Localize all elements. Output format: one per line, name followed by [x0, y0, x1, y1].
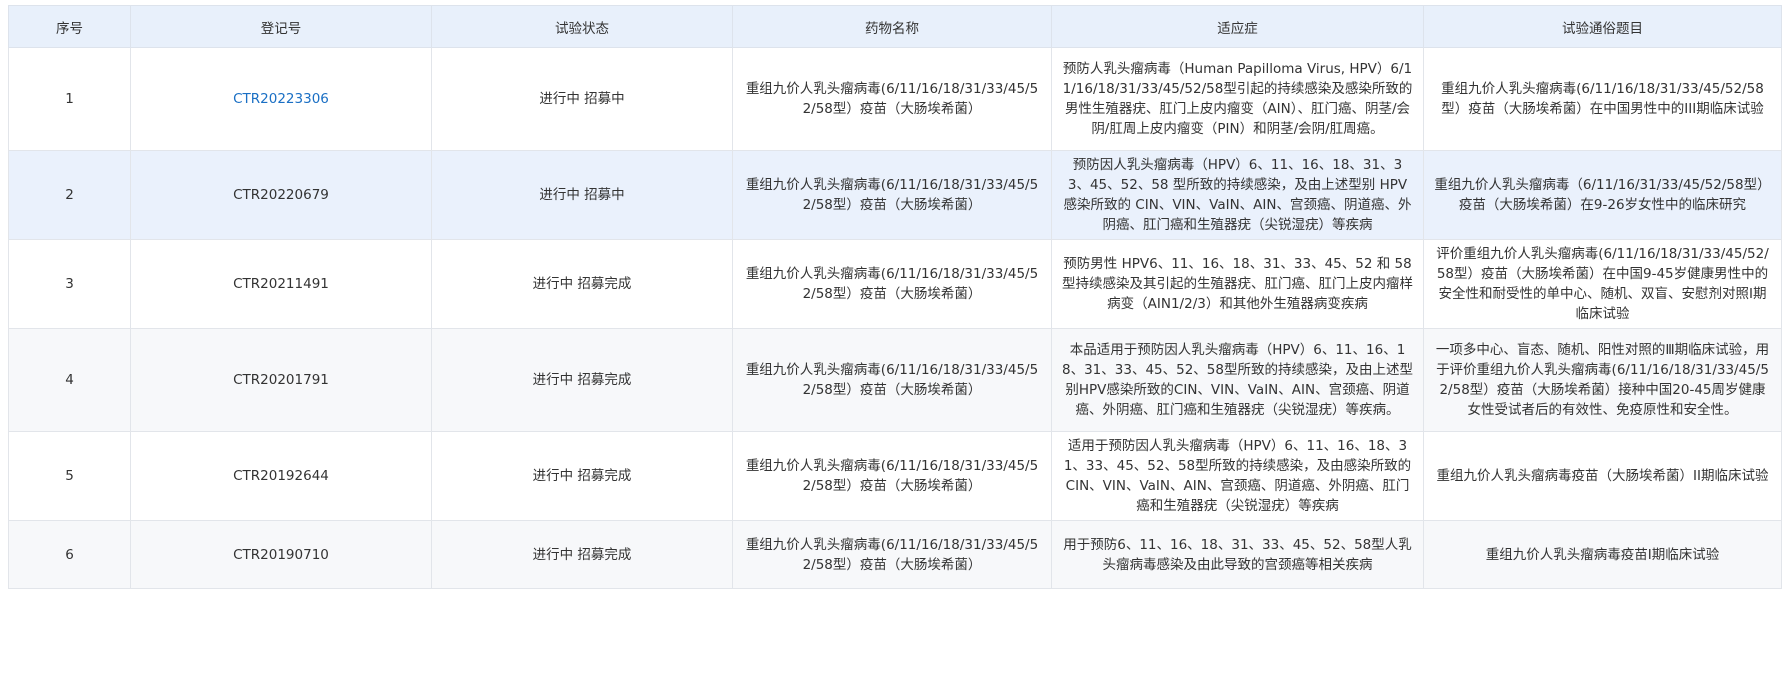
table-row: 5 CTR20192644 进行中 招募完成 重组九价人乳头瘤病毒(6/11/1… — [8, 431, 1782, 521]
header-title: 试验通俗题目 — [1423, 5, 1782, 48]
cell-title: 评价重组九价人乳头瘤病毒(6/11/16/18/31/33/45/52/58型）… — [1423, 239, 1782, 329]
trial-table: 序号 登记号 试验状态 药物名称 适应症 试验通俗题目 1 CTR2022330… — [8, 5, 1782, 589]
cell-title: 重组九价人乳头瘤病毒疫苗I期临床试验 — [1423, 520, 1782, 589]
cell-drug: 重组九价人乳头瘤病毒(6/11/16/18/31/33/45/52/58型）疫苗… — [732, 520, 1052, 589]
cell-reg-no[interactable]: CTR20223306 — [130, 47, 432, 151]
cell-reg-no: CTR20211491 — [130, 239, 432, 329]
cell-reg-no: CTR20220679 — [130, 150, 432, 240]
cell-indication: 预防人乳头瘤病毒（Human Papilloma Virus, HPV）6/11… — [1051, 47, 1424, 151]
header-status: 试验状态 — [431, 5, 733, 48]
table-header: 序号 登记号 试验状态 药物名称 适应症 试验通俗题目 — [8, 5, 1782, 48]
table-row: 3 CTR20211491 进行中 招募完成 重组九价人乳头瘤病毒(6/11/1… — [8, 239, 1782, 329]
cell-status: 进行中 招募完成 — [431, 520, 733, 589]
trial-table-container: 序号 登记号 试验状态 药物名称 适应症 试验通俗题目 1 CTR2022330… — [8, 5, 1782, 589]
cell-status: 进行中 招募完成 — [431, 431, 733, 521]
table-body: 1 CTR20223306 进行中 招募中 重组九价人乳头瘤病毒(6/11/16… — [8, 47, 1782, 589]
cell-reg-no: CTR20192644 — [130, 431, 432, 521]
cell-drug: 重组九价人乳头瘤病毒(6/11/16/18/31/33/45/52/58型）疫苗… — [732, 47, 1052, 151]
table-row: 6 CTR20190710 进行中 招募完成 重组九价人乳头瘤病毒(6/11/1… — [8, 520, 1782, 589]
cell-index: 6 — [8, 520, 131, 589]
header-index: 序号 — [8, 5, 131, 48]
table-row[interactable]: 2 CTR20220679 进行中 招募中 重组九价人乳头瘤病毒(6/11/16… — [8, 150, 1782, 240]
cell-status: 进行中 招募中 — [431, 47, 733, 151]
header-indication: 适应症 — [1051, 5, 1424, 48]
cell-title: 重组九价人乳头瘤病毒疫苗（大肠埃希菌）II期临床试验 — [1423, 431, 1782, 521]
cell-indication: 预防男性 HPV6、11、16、18、31、33、45、52 和 58 型持续感… — [1051, 239, 1424, 329]
cell-indication: 预防因人乳头瘤病毒（HPV）6、11、16、18、31、33、45、52、58 … — [1051, 150, 1424, 240]
cell-status: 进行中 招募完成 — [431, 239, 733, 329]
cell-reg-no: CTR20190710 — [130, 520, 432, 589]
cell-index: 4 — [8, 328, 131, 432]
cell-status: 进行中 招募中 — [431, 150, 733, 240]
cell-drug: 重组九价人乳头瘤病毒(6/11/16/18/31/33/45/52/58型）疫苗… — [732, 150, 1052, 240]
cell-title: 一项多中心、盲态、随机、阳性对照的Ⅲ期临床试验，用于评价重组九价人乳头瘤病毒(6… — [1423, 328, 1782, 432]
header-reg-no: 登记号 — [130, 5, 432, 48]
cell-index: 5 — [8, 431, 131, 521]
table-row: 1 CTR20223306 进行中 招募中 重组九价人乳头瘤病毒(6/11/16… — [8, 47, 1782, 151]
table-row: 4 CTR20201791 进行中 招募完成 重组九价人乳头瘤病毒(6/11/1… — [8, 328, 1782, 432]
cell-drug: 重组九价人乳头瘤病毒(6/11/16/18/31/33/45/52/58型）疫苗… — [732, 431, 1052, 521]
cell-index: 2 — [8, 150, 131, 240]
cell-drug: 重组九价人乳头瘤病毒(6/11/16/18/31/33/45/52/58型）疫苗… — [732, 328, 1052, 432]
cell-indication: 适用于预防因人乳头瘤病毒（HPV）6、11、16、18、31、33、45、52、… — [1051, 431, 1424, 521]
header-drug: 药物名称 — [732, 5, 1052, 48]
cell-reg-no: CTR20201791 — [130, 328, 432, 432]
header-row: 序号 登记号 试验状态 药物名称 适应症 试验通俗题目 — [8, 5, 1782, 48]
cell-indication: 用于预防6、11、16、18、31、33、45、52、58型人乳头瘤病毒感染及由… — [1051, 520, 1424, 589]
cell-index: 1 — [8, 47, 131, 151]
cell-indication: 本品适用于预防因人乳头瘤病毒（HPV）6、11、16、18、31、33、45、5… — [1051, 328, 1424, 432]
cell-drug: 重组九价人乳头瘤病毒(6/11/16/18/31/33/45/52/58型）疫苗… — [732, 239, 1052, 329]
cell-status: 进行中 招募完成 — [431, 328, 733, 432]
cell-index: 3 — [8, 239, 131, 329]
cell-title: 重组九价人乳头瘤病毒（6/11/16/31/33/45/52/58型）疫苗（大肠… — [1423, 150, 1782, 240]
cell-title: 重组九价人乳头瘤病毒(6/11/16/18/31/33/45/52/58型）疫苗… — [1423, 47, 1782, 151]
reg-no-link[interactable]: CTR20223306 — [233, 91, 329, 107]
